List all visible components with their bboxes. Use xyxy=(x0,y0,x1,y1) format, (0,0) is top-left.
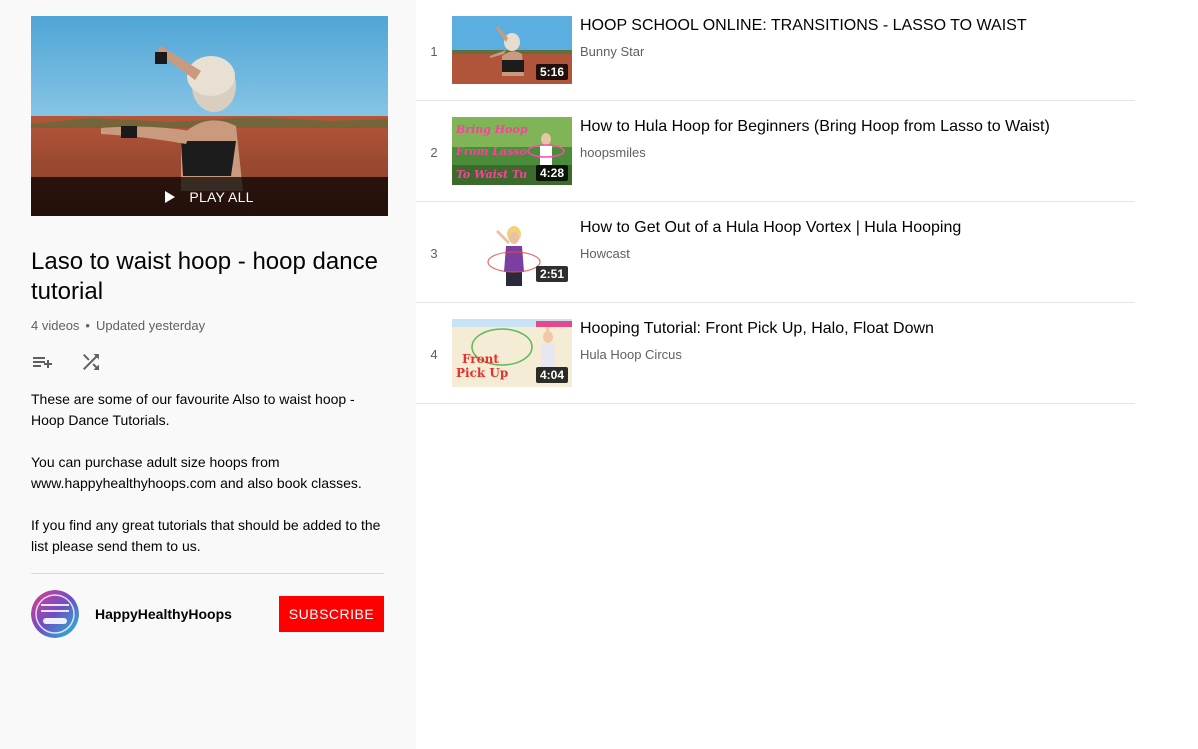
video-channel[interactable]: hoopsmiles xyxy=(580,145,1130,160)
thumbnail-caption-line: To Waist Tu xyxy=(456,168,527,181)
video-meta: How to Get Out of a Hula Hoop Vortex | H… xyxy=(580,218,1130,261)
avatar-logo xyxy=(31,590,79,638)
thumbnail-caption-line: Bring Hoop xyxy=(455,123,528,136)
video-channel[interactable]: Hula Hoop Circus xyxy=(580,347,1130,362)
play-icon xyxy=(165,190,176,203)
description-paragraph: These are some of our favourite Also to … xyxy=(31,391,355,428)
video-meta: How to Hula Hoop for Beginners (Bring Ho… xyxy=(580,117,1130,160)
playlist-video-row[interactable]: 1 5:16 HOOP SCHOOL ONLINE: TRANSITIONS -… xyxy=(416,0,1135,101)
owner-name[interactable]: HappyHealthyHoops xyxy=(95,606,279,622)
video-duration: 2:51 xyxy=(535,266,568,282)
playlist-actions xyxy=(31,350,127,374)
updated-text: Updated yesterday xyxy=(95,318,206,333)
play-all-button[interactable]: PLAY ALL xyxy=(31,177,388,216)
video-index: 3 xyxy=(430,246,438,261)
video-thumbnail[interactable]: 2:51 xyxy=(452,218,572,286)
playlist-video-row[interactable]: 3 2:51 How to Get Out of a Hula Hoop Vor… xyxy=(416,202,1135,303)
video-duration: 5:16 xyxy=(535,64,568,80)
playlist-video-row[interactable]: 4 Front Pick Up 4:04 Hooping Tutorial: F… xyxy=(416,303,1135,404)
video-title[interactable]: Hooping Tutorial: Front Pick Up, Halo, F… xyxy=(580,319,1130,339)
stats-separator: • xyxy=(85,318,90,333)
video-index: 1 xyxy=(430,44,438,59)
thumbnail-caption-line: From Lasso xyxy=(455,145,527,158)
sidebar-divider xyxy=(31,573,384,574)
video-meta: Hooping Tutorial: Front Pick Up, Halo, F… xyxy=(580,319,1130,362)
playlist-video-list: 1 5:16 HOOP SCHOOL ONLINE: TRANSITIONS -… xyxy=(416,0,1198,749)
playlist-owner: HappyHealthyHoops SUBSCRIBE xyxy=(31,590,384,638)
owner-avatar[interactable] xyxy=(31,590,79,638)
play-all-label: PLAY ALL xyxy=(189,188,254,205)
thumbnail-caption-line: Pick Up xyxy=(456,366,508,380)
playlist-stats: 4 videos • Updated yesterday xyxy=(31,318,205,333)
video-title[interactable]: How to Hula Hoop for Beginners (Bring Ho… xyxy=(580,117,1130,137)
video-meta: HOOP SCHOOL ONLINE: TRANSITIONS - LASSO … xyxy=(580,16,1130,59)
video-title[interactable]: How to Get Out of a Hula Hoop Vortex | H… xyxy=(580,218,1130,238)
playlist-description: These are some of our favourite Also to … xyxy=(31,389,386,578)
video-channel[interactable]: Howcast xyxy=(580,246,1130,261)
save-playlist-button[interactable] xyxy=(31,350,55,374)
description-paragraph: You can purchase adult size hoops from w… xyxy=(31,454,362,491)
playlist-sidebar: PLAY ALL Laso to waist hoop - hoop dance… xyxy=(0,0,416,749)
video-thumbnail[interactable]: Bring Hoop From Lasso To Waist Tu 4:28 xyxy=(452,117,572,185)
description-paragraph: If you find any great tutorials that sho… xyxy=(31,517,381,554)
video-thumbnail[interactable]: Front Pick Up 4:04 xyxy=(452,319,572,387)
shuffle-button[interactable] xyxy=(79,350,103,374)
playlist-title: Laso to waist hoop - hoop dance tutorial xyxy=(31,248,378,305)
playlist-video-row[interactable]: 2 Bring Hoop From Lasso To Waist Tu 4:28… xyxy=(416,101,1135,202)
video-index: 2 xyxy=(430,145,438,160)
video-thumbnail[interactable]: 5:16 xyxy=(452,16,572,84)
playlist-hero-thumbnail[interactable]: PLAY ALL xyxy=(31,16,388,216)
thumbnail-caption-line: Front xyxy=(462,352,499,366)
playlist-add-icon xyxy=(33,357,52,368)
video-index: 4 xyxy=(430,347,438,362)
shuffle-icon xyxy=(83,354,99,370)
video-count: 4 videos xyxy=(31,318,80,333)
video-title[interactable]: HOOP SCHOOL ONLINE: TRANSITIONS - LASSO … xyxy=(580,16,1130,36)
subscribe-button[interactable]: SUBSCRIBE xyxy=(279,596,384,632)
video-duration: 4:28 xyxy=(535,165,568,181)
video-channel[interactable]: Bunny Star xyxy=(580,44,1130,59)
video-duration: 4:04 xyxy=(535,367,568,383)
